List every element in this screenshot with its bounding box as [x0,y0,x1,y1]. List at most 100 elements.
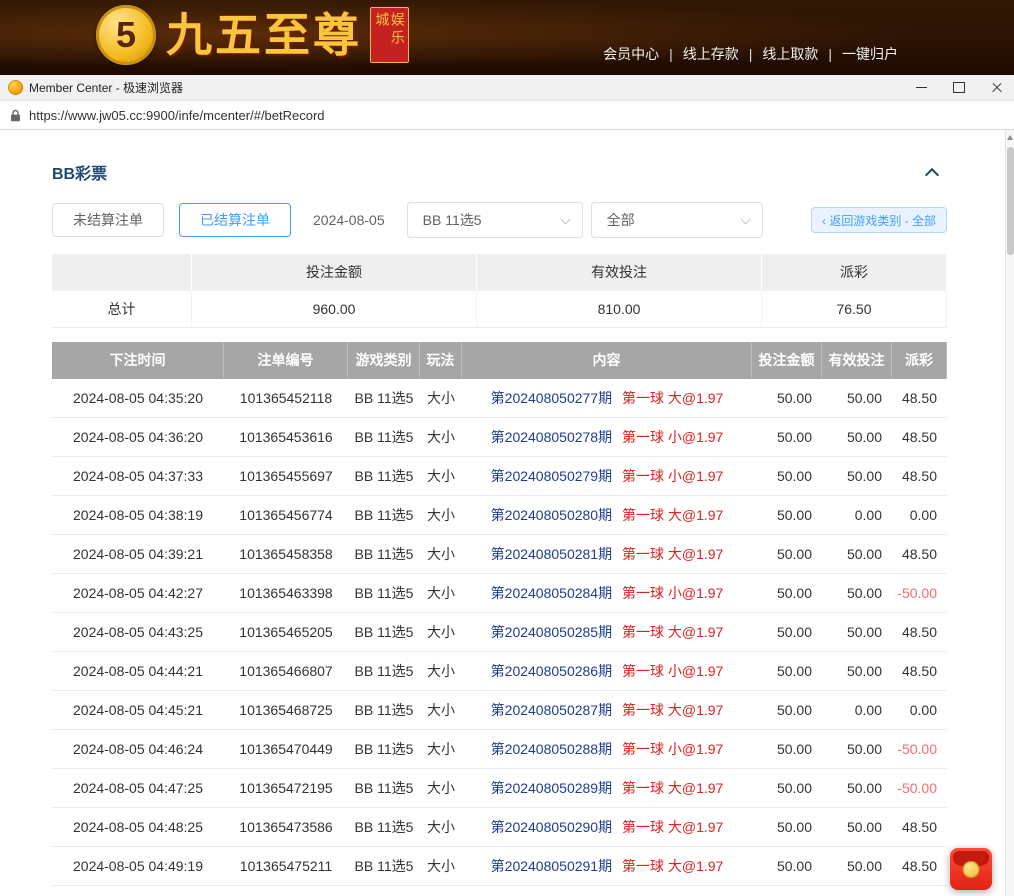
cell-content: 第202408050281期 第一球 大@1.97 [462,535,752,573]
table-row: 2024-08-05 04:46:24 101365470449 BB 11选5… [52,730,947,769]
cell-content: 第202408050278期 第一球 小@1.97 [462,418,752,456]
site-banner: 5 九五至尊 娱乐城 会员中心 | 线上存款 | 线上取款 | 一键归户 [0,0,1014,75]
cell-valid-bet: 50.00 [822,847,892,885]
content-pick: 第一球 大@1.97 [622,624,723,640]
scrollbar-up-arrow-icon[interactable] [1007,135,1013,140]
table-row: 2024-08-05 04:45:21 101365468725 BB 11选5… [52,691,947,730]
cell-bet-amount: 50.00 [752,691,822,729]
cell-bet-amount: 50.00 [752,886,822,896]
site-logo[interactable]: 5 九五至尊 娱乐城 [96,5,409,65]
cell-play-type: 大小 [420,613,462,651]
cell-order-id: 101365475211 [224,847,348,885]
cell-order-id: 101365472195 [224,769,348,807]
cell-bet-time: 2024-08-05 04:44:21 [52,652,224,690]
table-row: 2024-08-05 04:35:20 101365452118 BB 11选5… [52,379,947,418]
url-input[interactable]: https://www.jw05.cc:9900/infe/mcenter/#/… [29,108,1004,123]
cell-bet-time: 2024-08-05 04:42:27 [52,574,224,612]
browser-titlebar: Member Center - 极速浏览器 [0,75,1014,101]
table-row: 2024-08-05 04:37:33 101365455697 BB 11选5… [52,457,947,496]
cell-valid-bet: 50.00 [822,457,892,495]
cell-content: 第202408050285期 第一球 大@1.97 [462,613,752,651]
table-row: 2024-08-05 04:47:25 101365472195 BB 11选5… [52,769,947,808]
cell-payout: 0.00 [892,496,947,534]
cell-game-category: BB 11选5 [348,457,420,495]
cell-play-type: 大小 [420,769,462,807]
cell-order-id: 101365455697 [224,457,348,495]
scope-select[interactable]: 全部 [591,202,763,238]
cell-payout: -50.00 [892,886,947,896]
cell-bet-amount: 50.00 [752,730,822,768]
cell-game-category: BB 11选5 [348,652,420,690]
scrollbar-thumb[interactable] [1007,147,1014,255]
nav-online-withdraw[interactable]: 线上取款 [762,44,818,64]
cell-valid-bet: 50.00 [822,886,892,896]
cell-bet-amount: 50.00 [752,847,822,885]
nav-separator: | [749,46,753,62]
cell-content: 第202408050288期 第一球 小@1.97 [462,730,752,768]
cell-order-id: 101365452118 [224,379,348,417]
content-pick: 第一球 小@1.97 [622,429,723,445]
back-to-category-button[interactable]: ‹ 返回游戏类别 - 全部 [811,207,947,233]
content-period: 第202408050278期 [491,429,612,445]
cell-order-id: 101365465205 [224,613,348,651]
content-pick: 第一球 大@1.97 [622,390,723,406]
summary-total-row: 总计 960.00 810.00 76.50 [52,291,947,328]
cell-order-id: 101365466807 [224,652,348,690]
summary-header-row: 投注金额 有效投注 派彩 [52,254,947,291]
game-select[interactable]: BB 11选5 [407,202,583,238]
date-picker[interactable]: 2024-08-05 [313,212,385,228]
content-period: 第202408050279期 [491,468,612,484]
bet-table-body: 2024-08-05 04:35:20 101365452118 BB 11选5… [52,379,947,896]
cell-bet-amount: 50.00 [752,379,822,417]
content-period: 第202408050287期 [491,702,612,718]
cell-payout: 48.50 [892,613,947,651]
cell-game-category: BB 11选5 [348,379,420,417]
unsettled-bets-button[interactable]: 未结算注单 [52,203,164,237]
maximize-icon[interactable] [952,81,966,95]
content-pick: 第一球 大@1.97 [622,507,723,523]
summary-header-payout: 派彩 [762,254,947,291]
content-period: 第202408050284期 [491,585,612,601]
cell-bet-amount: 50.00 [752,457,822,495]
bet-table-header: 下注时间 注单编号 游戏类别 玩法 内容 投注金额 有效投注 派彩 [52,342,947,379]
content-pick: 第一球 小@1.97 [622,585,723,601]
content-pick: 第一球 大@1.97 [622,858,723,874]
header-valid-bet: 有效投注 [822,342,892,379]
content-pick: 第一球 小@1.97 [622,663,723,679]
page-scrollbar[interactable] [1005,130,1014,896]
cell-content: 第202408050284期 第一球 小@1.97 [462,574,752,612]
cell-order-id: 101365463398 [224,574,348,612]
header-payout: 派彩 [892,342,947,379]
cell-order-id: 101365476668 [224,886,348,896]
red-envelope-icon[interactable] [950,848,992,890]
content-period: 第202408050288期 [491,741,612,757]
cell-payout: -50.00 [892,769,947,807]
tab-favicon-icon [8,80,23,95]
cell-content: 第202408050287期 第一球 大@1.97 [462,691,752,729]
cell-valid-bet: 50.00 [822,730,892,768]
cell-game-category: BB 11选5 [348,496,420,534]
page-title: BB彩票 [52,160,107,184]
logo-number: 5 [116,14,136,56]
cell-bet-time: 2024-08-05 04:37:33 [52,457,224,495]
cell-play-type: 大小 [420,808,462,846]
logo-emblem-icon: 5 [96,5,156,65]
cell-bet-time: 2024-08-05 04:38:19 [52,496,224,534]
cell-order-id: 101365468725 [224,691,348,729]
content-period: 第202408050280期 [491,507,612,523]
nav-online-deposit[interactable]: 线上存款 [683,44,739,64]
cell-game-category: BB 11选5 [348,886,420,896]
cell-valid-bet: 50.00 [822,652,892,690]
content-pick: 第一球 大@1.97 [622,546,723,562]
collapse-chevron-up-icon[interactable] [925,167,939,181]
cell-valid-bet: 0.00 [822,691,892,729]
nav-one-key-transfer[interactable]: 一键归户 [842,44,898,64]
minimize-icon[interactable] [914,81,928,95]
cell-play-type: 大小 [420,457,462,495]
cell-content: 第202408050291期 第一球 大@1.97 [462,847,752,885]
close-icon[interactable] [990,81,1004,95]
cell-content: 第202408050280期 第一球 大@1.97 [462,496,752,534]
settled-bets-button[interactable]: 已结算注单 [179,203,291,237]
nav-member-center[interactable]: 会员中心 [603,44,659,64]
cell-bet-time: 2024-08-05 04:43:25 [52,613,224,651]
